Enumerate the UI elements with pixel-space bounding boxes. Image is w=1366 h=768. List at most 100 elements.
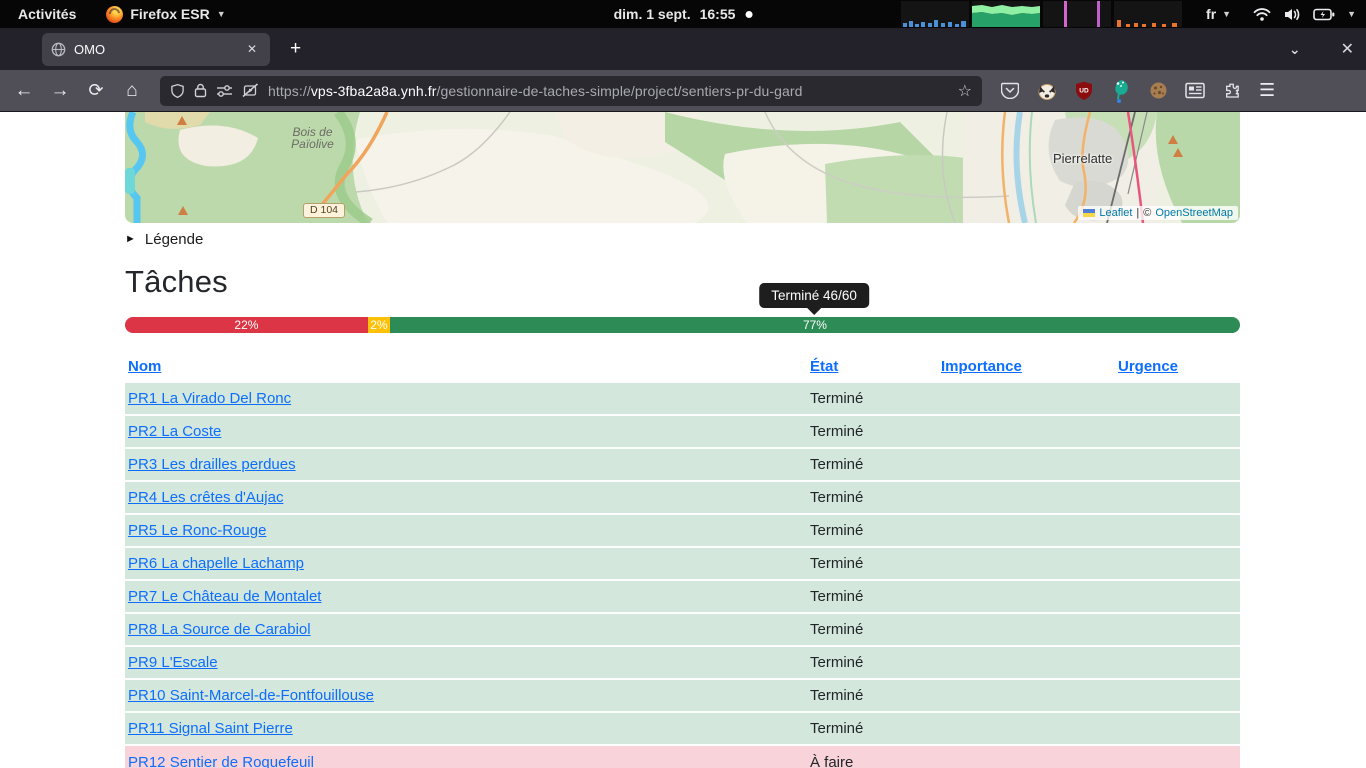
forward-button[interactable]: → xyxy=(44,76,76,106)
task-link[interactable]: PR10 Saint-Marcel-de-Fontfouillouse xyxy=(128,687,374,704)
task-name-cell: PR12 Sentier de Roquefeuil xyxy=(125,745,807,768)
window-close-icon[interactable]: ✕ xyxy=(1341,39,1354,59)
cookie-extension-icon[interactable] xyxy=(1146,79,1170,103)
tab-close-icon[interactable]: ✕ xyxy=(243,40,261,58)
gnome-top-bar: Activités Firefox ESR ▼ dim. 1 sept. 16:… xyxy=(0,0,1366,28)
sort-etat-link[interactable]: État xyxy=(810,358,838,375)
extensions-puzzle-icon[interactable] xyxy=(1220,79,1244,103)
task-urgence-cell xyxy=(1115,547,1240,580)
table-row: PR8 La Source de Carabiol Terminé xyxy=(125,613,1240,646)
url-bar[interactable]: https://vps-3fba2a8a.ynh.fr/gestionnaire… xyxy=(160,76,982,106)
task-link[interactable]: PR2 La Coste xyxy=(128,423,221,440)
task-name-cell: PR3 Les drailles perdues xyxy=(125,448,807,481)
ublock-icon[interactable]: UD xyxy=(1072,79,1096,103)
task-urgence-cell xyxy=(1115,580,1240,613)
task-link[interactable]: PR7 Le Château de Montalet xyxy=(128,588,321,605)
newspaper-icon[interactable] xyxy=(1183,79,1207,103)
task-importance-cell xyxy=(938,679,1115,712)
header-nom: Nom xyxy=(125,352,807,382)
task-importance-cell xyxy=(938,547,1115,580)
url-path: /gestionnaire-de-taches-simple/project/s… xyxy=(436,83,802,99)
task-status-cell: Terminé xyxy=(807,712,938,745)
table-row: PR10 Saint-Marcel-de-Fontfouillouse Term… xyxy=(125,679,1240,712)
task-link[interactable]: PR11 Signal Saint Pierre xyxy=(128,720,293,737)
sort-nom-link[interactable]: Nom xyxy=(128,358,161,375)
progress-bar: 22%2%77% xyxy=(125,317,1240,333)
task-status-cell: Terminé xyxy=(807,580,938,613)
activities-button[interactable]: Activités xyxy=(14,4,80,24)
table-row: PR4 Les crêtes d'Aujac Terminé xyxy=(125,481,1240,514)
sort-importance-link[interactable]: Importance xyxy=(941,358,1022,375)
task-link[interactable]: PR5 Le Ronc-Rouge xyxy=(128,522,266,539)
firefox-tab-bar: OMO ✕ + ⌄ ✕ xyxy=(0,28,1366,70)
header-etat: État xyxy=(807,352,938,382)
volume-icon xyxy=(1283,7,1301,22)
keyboard-layout-label: fr xyxy=(1206,6,1216,22)
back-button[interactable]: ← xyxy=(8,76,40,106)
tasks-table-body: PR1 La Virado Del Ronc Terminé PR2 La Co… xyxy=(125,382,1240,768)
task-link[interactable]: PR4 Les crêtes d'Aujac xyxy=(128,489,283,506)
task-importance-cell xyxy=(938,448,1115,481)
clock[interactable]: dim. 1 sept. 16:55 xyxy=(614,6,736,22)
teal-extension-icon[interactable] xyxy=(1109,79,1133,103)
task-link[interactable]: PR9 L'Escale xyxy=(128,654,218,671)
task-link[interactable]: PR12 Sentier de Roquefeuil xyxy=(128,754,314,768)
task-name-cell: PR6 La chapelle Lachamp xyxy=(125,547,807,580)
task-importance-cell xyxy=(938,481,1115,514)
legend-toggle[interactable]: ► Légende xyxy=(125,229,1240,249)
tasks-table: Nom État Importance Urgence PR1 La Virad… xyxy=(125,352,1240,768)
url-text[interactable]: https://vps-3fba2a8a.ynh.fr/gestionnaire… xyxy=(268,83,949,99)
globe-icon xyxy=(51,42,66,57)
task-link[interactable]: PR3 Les drailles perdues xyxy=(128,456,296,473)
system-tray[interactable]: ▼ xyxy=(1253,7,1356,22)
keyboard-layout-indicator[interactable]: fr ▼ xyxy=(1206,6,1231,22)
task-link[interactable]: PR6 La chapelle Lachamp xyxy=(128,555,304,572)
task-importance-cell xyxy=(938,382,1115,415)
browser-tab[interactable]: OMO ✕ xyxy=(42,33,270,66)
table-row: PR11 Signal Saint Pierre Terminé xyxy=(125,712,1240,745)
task-status-cell: Terminé xyxy=(807,547,938,580)
task-name-cell: PR1 La Virado Del Ronc xyxy=(125,382,807,415)
task-urgence-cell xyxy=(1115,448,1240,481)
task-link[interactable]: PR1 La Virado Del Ronc xyxy=(128,390,291,407)
task-importance-cell xyxy=(938,613,1115,646)
autoplay-blocked-icon[interactable] xyxy=(242,83,259,98)
task-status-cell: Terminé xyxy=(807,448,938,481)
map-attribution: Leaflet | © OpenStreetMap xyxy=(1078,206,1238,220)
cpu-graph-icon xyxy=(901,1,969,27)
table-row: PR1 La Virado Del Ronc Terminé xyxy=(125,382,1240,415)
system-monitor-applet[interactable] xyxy=(901,1,1182,27)
sort-urgence-link[interactable]: Urgence xyxy=(1118,358,1178,375)
reload-button[interactable]: ⟳ xyxy=(80,76,112,106)
tracking-shield-icon[interactable] xyxy=(170,83,185,99)
osm-link[interactable]: OpenStreetMap xyxy=(1155,207,1233,219)
task-urgence-cell xyxy=(1115,382,1240,415)
leaflet-map[interactable]: Bois de Païolive D 104 Pierrelatte Leafl… xyxy=(125,112,1240,223)
new-tab-button[interactable]: + xyxy=(284,38,307,60)
menu-icon[interactable]: ☰ xyxy=(1259,80,1275,101)
task-urgence-cell xyxy=(1115,712,1240,745)
task-status-cell: À faire xyxy=(807,745,938,768)
task-importance-cell xyxy=(938,712,1115,745)
pocket-icon[interactable] xyxy=(998,79,1022,103)
bookmark-star-icon[interactable]: ☆ xyxy=(958,81,972,101)
privacy-badger-icon[interactable] xyxy=(1035,79,1059,103)
extensions-row: UD ☰ xyxy=(998,79,1275,103)
legend-label: Légende xyxy=(145,231,203,248)
lock-icon[interactable] xyxy=(194,83,207,98)
map-city-label: Pierrelatte xyxy=(1053,152,1112,165)
list-all-tabs-icon[interactable]: ⌄ xyxy=(1289,41,1301,58)
page-title: Tâches xyxy=(125,261,1240,303)
ukraine-flag-icon xyxy=(1083,209,1095,217)
leaflet-link[interactable]: Leaflet xyxy=(1099,207,1132,219)
recording-indicator-icon xyxy=(745,11,752,18)
progress-tooltip: Terminé 46/60 xyxy=(759,283,869,308)
url-domain: vps-3fba2a8a.ynh.fr xyxy=(311,83,437,99)
app-menu[interactable]: Firefox ESR ▼ xyxy=(106,6,225,23)
table-row: PR9 L'Escale Terminé xyxy=(125,646,1240,679)
task-status-cell: Terminé xyxy=(807,646,938,679)
home-button[interactable]: ⌂ xyxy=(116,76,148,106)
task-link[interactable]: PR8 La Source de Carabiol xyxy=(128,621,311,638)
permissions-icon[interactable] xyxy=(216,84,233,98)
clock-time: 16:55 xyxy=(700,6,736,22)
